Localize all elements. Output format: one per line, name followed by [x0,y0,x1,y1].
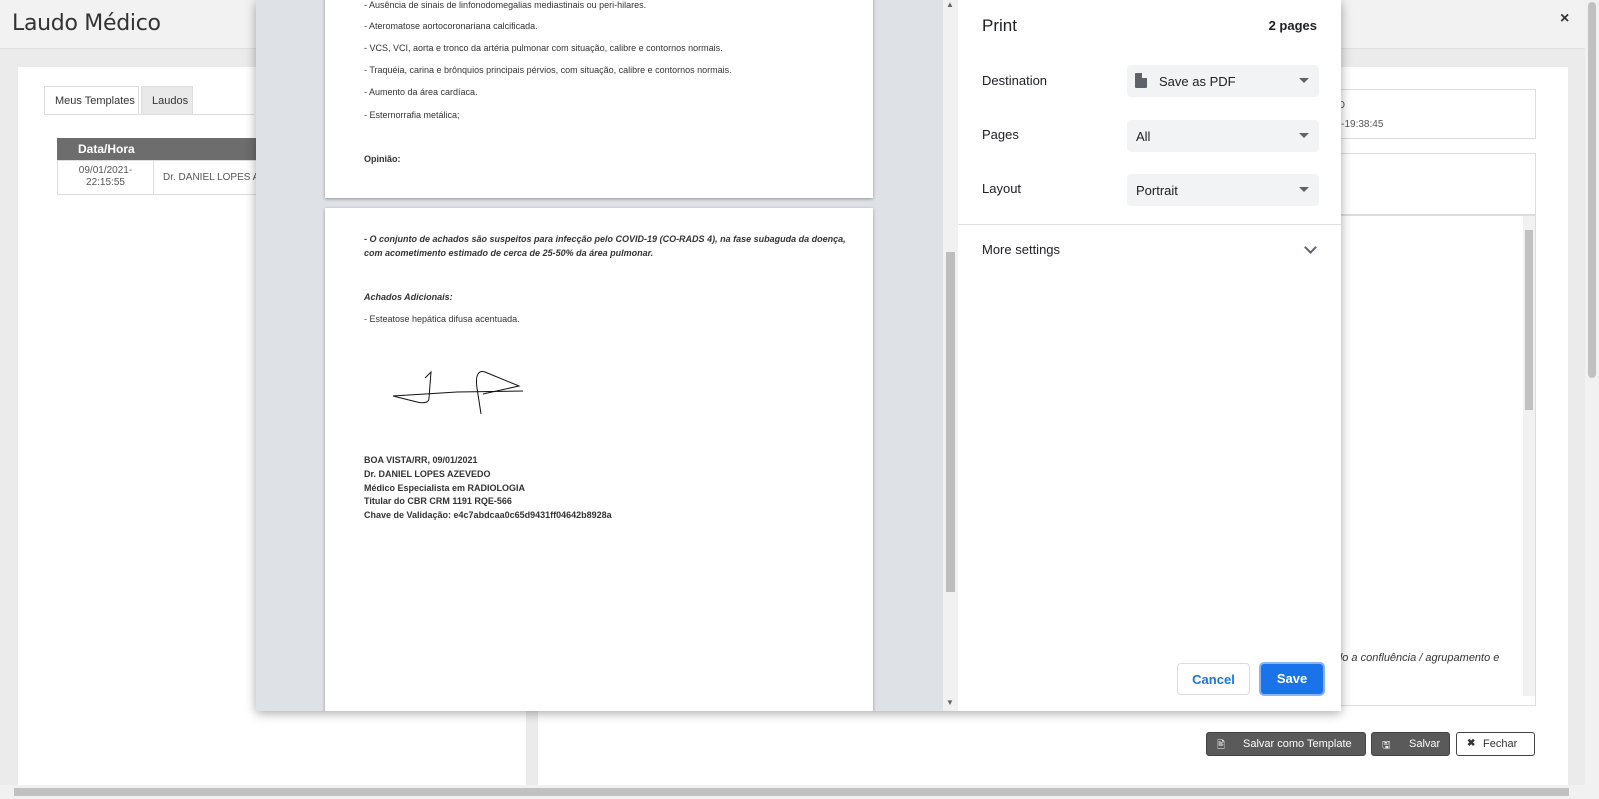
conclusion-line: com acometimento estimado de cerca de 25… [364,248,654,258]
preview-scrollbar-thumb[interactable] [946,252,955,592]
editor-scrollbar[interactable] [1523,216,1535,696]
layout-select[interactable]: Portrait [1127,174,1319,206]
tab-meus-templates[interactable]: Meus Templates [44,86,139,115]
save-report-label: Salvar [1409,738,1441,750]
preview-page-2: - O conjunto de achados são suspeitos pa… [325,208,873,711]
print-dialog: - Ausência de sinais de linfonodomegalia… [256,0,1341,711]
horizontal-scrollbar[interactable] [0,785,1585,799]
file-icon: 🖹 [1217,740,1226,751]
editor-toolbar [1320,153,1536,215]
destination-select[interactable]: Save as PDF [1127,65,1319,97]
close-icon: ✖ [1467,738,1476,749]
tab-divider [44,114,254,115]
file-icon [1135,73,1147,88]
validation-key: Chave de Validação: e4c7abdcaa0c65d9431f… [364,510,612,520]
destination-label: Destination [982,73,1048,88]
page-scrollbar[interactable] [1585,0,1599,799]
chevron-down-icon[interactable] [1304,241,1317,254]
preview-line: - Traquéia, carina e brônquios principai… [364,65,732,75]
signature-line: Titular do CBR CRM 1191 RQE-566 [364,496,512,506]
time-text: 22:15:55 [86,177,125,188]
signature-line: BOA VISTA/RR, 09/01/2021 [364,455,478,465]
print-title: Print [982,16,1017,35]
floppy-icon: 🖫 [1382,740,1391,751]
preview-line: - VCS, VCI, aorta e tronco da artéria pu… [364,43,723,53]
pages-value: All [1136,129,1151,144]
conclusion-line: - O conjunto de achados são suspeitos pa… [364,234,846,244]
pages-label: Pages [982,127,1019,142]
additional-findings-heading: Achados Adicionais: [364,292,453,302]
signature-line: Dr. DANIEL LOPES AZEVEDO [364,469,491,479]
print-settings: Print 2 pages Destination Save as PDF Pa… [958,0,1341,711]
close-report-button[interactable]: ✖ Fechar [1456,732,1535,756]
save-report-button[interactable]: 🖫 Salvar [1371,732,1450,756]
table-cell-date: 09/01/2021- 22:15:55 [58,161,154,194]
table-row[interactable]: 09/01/2021- 22:15:55 Dr. DANIEL LOPES AZ… [57,160,279,195]
destination-value: Save as PDF [1159,74,1236,89]
additional-finding: - Esteatose hepática difusa acentuada. [364,314,520,324]
signature-image [392,370,524,415]
save-as-template-label: Salvar como Template [1243,738,1352,750]
preview-line: - Esternorrafia metálica; [364,110,460,120]
page-scrollbar-thumb[interactable] [1588,2,1596,378]
save-button[interactable]: Save [1259,662,1325,696]
horizontal-scrollbar-thumb[interactable] [14,788,1569,796]
table-header: Data/Hora [57,138,257,160]
date-text: 09/01/2021- [78,165,133,176]
pages-select[interactable]: All [1127,120,1319,152]
page-title: Laudo Médico [12,11,161,36]
tab-laudos[interactable]: Laudos [141,86,193,115]
cancel-button[interactable]: Cancel [1177,663,1250,695]
column-header-data-hora: Data/Hora [78,142,135,156]
page-count: 2 pages [1268,18,1317,33]
preview-scrollbar[interactable]: ▲ ▼ [943,0,958,711]
preview-line: - Aumento da área cardíaca. [364,87,478,97]
preview-line: - Ateromatose aortocoronariana calcifica… [364,21,538,31]
editor-text: ndo a confluência / agrupamento e [1330,652,1500,664]
save-as-template-button[interactable]: 🖹 Salvar como Template [1206,732,1366,756]
layout-value: Portrait [1136,183,1178,198]
report-editor[interactable] [1320,215,1536,706]
layout-label: Layout [982,181,1022,196]
preview-page-1: - Ausência de sinais de linfonodomegalia… [325,0,873,198]
print-preview: - Ausência de sinais de linfonodomegalia… [256,0,943,711]
chevron-down-icon [1299,133,1309,138]
more-settings-toggle[interactable]: More settings [982,242,1060,257]
chevron-down-icon [1299,187,1309,192]
settings-divider [958,224,1341,225]
opinion-heading: Opinião: [364,154,401,164]
scroll-down-arrow-icon[interactable]: ▼ [946,698,954,707]
scroll-up-arrow-icon[interactable]: ▲ [946,0,954,9]
editor-scrollbar-thumb[interactable] [1525,230,1533,410]
close-report-label: Fechar [1483,738,1518,750]
signature-line: Médico Especialista em RADIOLOGIA [364,483,526,493]
exam-info-box: NO 21-19:38:45 [1320,89,1536,139]
close-icon[interactable]: × [1560,10,1569,28]
preview-line: - Ausência de sinais de linfonodomegalia… [364,0,647,10]
chevron-down-icon [1299,78,1309,83]
